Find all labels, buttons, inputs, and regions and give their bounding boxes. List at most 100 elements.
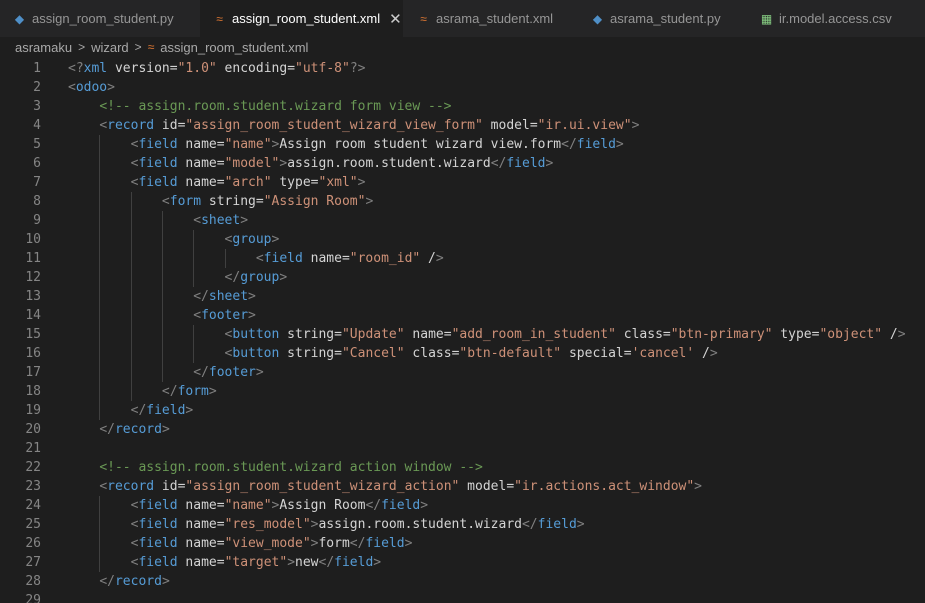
code-line[interactable]: 13 </sheet>	[0, 287, 925, 306]
line-number: 22	[25, 460, 41, 475]
python-file-icon: ◆	[14, 11, 25, 26]
line-number: 4	[33, 118, 41, 133]
line-number: 18	[25, 384, 41, 399]
csv-file-icon: ▦	[760, 11, 773, 26]
indent-guide	[193, 268, 195, 287]
tab-label: assign_room_student.xml	[232, 11, 381, 26]
code-line[interactable]: 16 <button string="Cancel" class="btn-de…	[0, 344, 925, 363]
indent-guide	[130, 211, 132, 230]
breadcrumb-item-file[interactable]: assign_room_student.xml	[160, 40, 308, 55]
indent-guide	[193, 344, 195, 363]
code-text: <!-- assign.room.student.wizard action w…	[99, 460, 483, 475]
indent-guide	[130, 230, 132, 249]
chevron-right-icon: >	[134, 40, 142, 54]
tab-asrama-student-py[interactable]: ◆ asrama_student.py	[578, 0, 747, 37]
line-number: 9	[33, 213, 41, 228]
code-text: </record>	[99, 574, 170, 589]
line-number: 26	[25, 536, 41, 551]
code-line[interactable]: 21	[0, 439, 925, 458]
indent-guide	[99, 534, 101, 553]
code-line[interactable]: 29	[0, 591, 925, 603]
indent-guide	[161, 249, 163, 268]
code-line[interactable]: 1 <?xml version="1.0" encoding="utf-8"?>	[0, 59, 925, 78]
line-number: 29	[25, 593, 41, 603]
code-line[interactable]: 19 </field>	[0, 401, 925, 420]
code-line[interactable]: 28 </record>	[0, 572, 925, 591]
line-number: 24	[25, 498, 41, 513]
line-number: 27	[25, 555, 41, 570]
tab-asrama-student-xml[interactable]: ≈ asrama_student.xml	[404, 0, 578, 37]
code-text: <odoo>	[68, 80, 115, 95]
breadcrumb-item-folder[interactable]: asramaku	[15, 40, 72, 55]
indent-guide	[99, 287, 101, 306]
code-line[interactable]: 22 <!-- assign.room.student.wizard actio…	[0, 458, 925, 477]
tab-assign-room-student-py[interactable]: ◆ assign_room_student.py	[0, 0, 199, 37]
indent-guide	[99, 135, 101, 154]
line-number: 21	[25, 441, 41, 456]
tab-label: ir.model.access.csv	[779, 11, 892, 26]
line-number: 10	[25, 232, 41, 247]
indent-guide	[161, 344, 163, 363]
code-line[interactable]: 6 <field name="model">assign.room.studen…	[0, 154, 925, 173]
code-line[interactable]: 14 <footer>	[0, 306, 925, 325]
code-text: </form>	[161, 384, 217, 399]
line-number: 1	[33, 61, 41, 76]
indent-guide	[99, 154, 101, 173]
code-line[interactable]: 5 <field name="name">Assign room student…	[0, 135, 925, 154]
code-line[interactable]: 18 </form>	[0, 382, 925, 401]
indent-guide	[99, 325, 101, 344]
line-number: 11	[25, 251, 41, 266]
line-number: 12	[25, 270, 41, 285]
tab-label: asrama_student.xml	[436, 11, 554, 26]
indent-guide	[161, 230, 163, 249]
code-line[interactable]: 26 <field name="view_mode">form</field>	[0, 534, 925, 553]
code-line[interactable]: 17 </footer>	[0, 363, 925, 382]
indent-guide	[130, 287, 132, 306]
code-line[interactable]: 10 <group>	[0, 230, 925, 249]
indent-guide	[161, 363, 163, 382]
code-line[interactable]: 3 <!-- assign.room.student.wizard form v…	[0, 97, 925, 116]
indent-guide	[99, 230, 101, 249]
code-line[interactable]: 27 <field name="target">new</field>	[0, 553, 925, 572]
indent-guide	[99, 306, 101, 325]
line-number: 28	[25, 574, 41, 589]
chevron-right-icon: >	[78, 40, 86, 54]
indent-guide	[130, 268, 132, 287]
code-line[interactable]: 20 </record>	[0, 420, 925, 439]
breadcrumb-item-subfolder[interactable]: wizard	[91, 40, 129, 55]
code-line[interactable]: 11 <field name="room_id" />	[0, 249, 925, 268]
code-editor[interactable]: 1 <?xml version="1.0" encoding="utf-8"?> 2…	[0, 57, 925, 603]
code-line[interactable]: 23 <record id="assign_room_student_wizar…	[0, 477, 925, 496]
tab-assign-room-student-xml[interactable]: ≈ assign_room_student.xml ✕	[199, 0, 404, 37]
code-text: <record id="assign_room_student_wizard_a…	[99, 479, 702, 494]
indent-guide	[130, 382, 132, 401]
indent-guide	[161, 211, 163, 230]
indent-guide	[99, 344, 101, 363]
code-line[interactable]: 25 <field name="res_model">assign.room.s…	[0, 515, 925, 534]
python-file-icon: ◆	[592, 11, 603, 26]
line-number: 25	[25, 517, 41, 532]
code-line[interactable]: 2 <odoo>	[0, 78, 925, 97]
code-line[interactable]: 7 <field name="arch" type="xml">	[0, 173, 925, 192]
close-icon[interactable]: ✕	[389, 10, 402, 28]
code-text: <field name="target">new</field>	[130, 555, 382, 570]
code-text: <field name="name">Assign room student w…	[130, 137, 624, 152]
tab-label: asrama_student.py	[610, 11, 721, 26]
code-text: </footer>	[193, 365, 264, 380]
indent-guide	[193, 325, 195, 344]
indent-guide	[99, 363, 101, 382]
line-number: 2	[33, 80, 41, 95]
tab-ir-model-access-csv[interactable]: ▦ ir.model.access.csv	[747, 0, 925, 37]
code-line[interactable]: 12 </group>	[0, 268, 925, 287]
code-text: <form string="Assign Room">	[161, 194, 374, 209]
code-text: <button string="Cancel" class="btn-defau…	[224, 346, 718, 361]
code-line[interactable]: 8 <form string="Assign Room">	[0, 192, 925, 211]
line-number: 3	[33, 99, 41, 114]
xml-file-icon: ≈	[147, 40, 155, 54]
indent-guide	[99, 401, 101, 420]
line-number: 8	[33, 194, 41, 209]
code-line[interactable]: 9 <sheet>	[0, 211, 925, 230]
code-line[interactable]: 24 <field name="name">Assign Room</field…	[0, 496, 925, 515]
code-line[interactable]: 4 <record id="assign_room_student_wizard…	[0, 116, 925, 135]
code-line[interactable]: 15 <button string="Update" name="add_roo…	[0, 325, 925, 344]
